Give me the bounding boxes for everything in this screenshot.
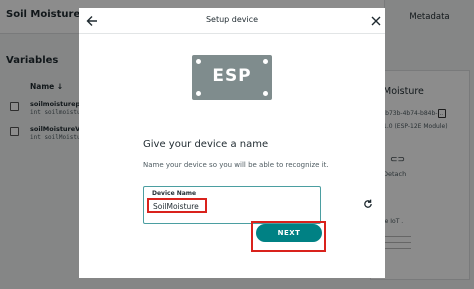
device-name-label: Device Name	[152, 190, 197, 197]
name-device-heading: Give your device a name	[143, 139, 269, 150]
device-name-field[interactable]: Device Name	[143, 186, 372, 224]
name-device-description: Name your device so you will be able to …	[143, 161, 329, 169]
close-icon[interactable]	[369, 14, 383, 28]
esp-board-illustration: ESP	[192, 55, 272, 100]
refresh-icon[interactable]	[362, 198, 374, 210]
modal-header: Setup device	[79, 8, 385, 34]
setup-device-modal: Setup device ESP Give your device a name…	[79, 8, 385, 278]
next-button[interactable]: NEXT	[256, 224, 322, 242]
board-label: ESP	[212, 66, 252, 86]
device-name-input[interactable]	[152, 199, 292, 213]
modal-title: Setup device	[205, 15, 259, 24]
